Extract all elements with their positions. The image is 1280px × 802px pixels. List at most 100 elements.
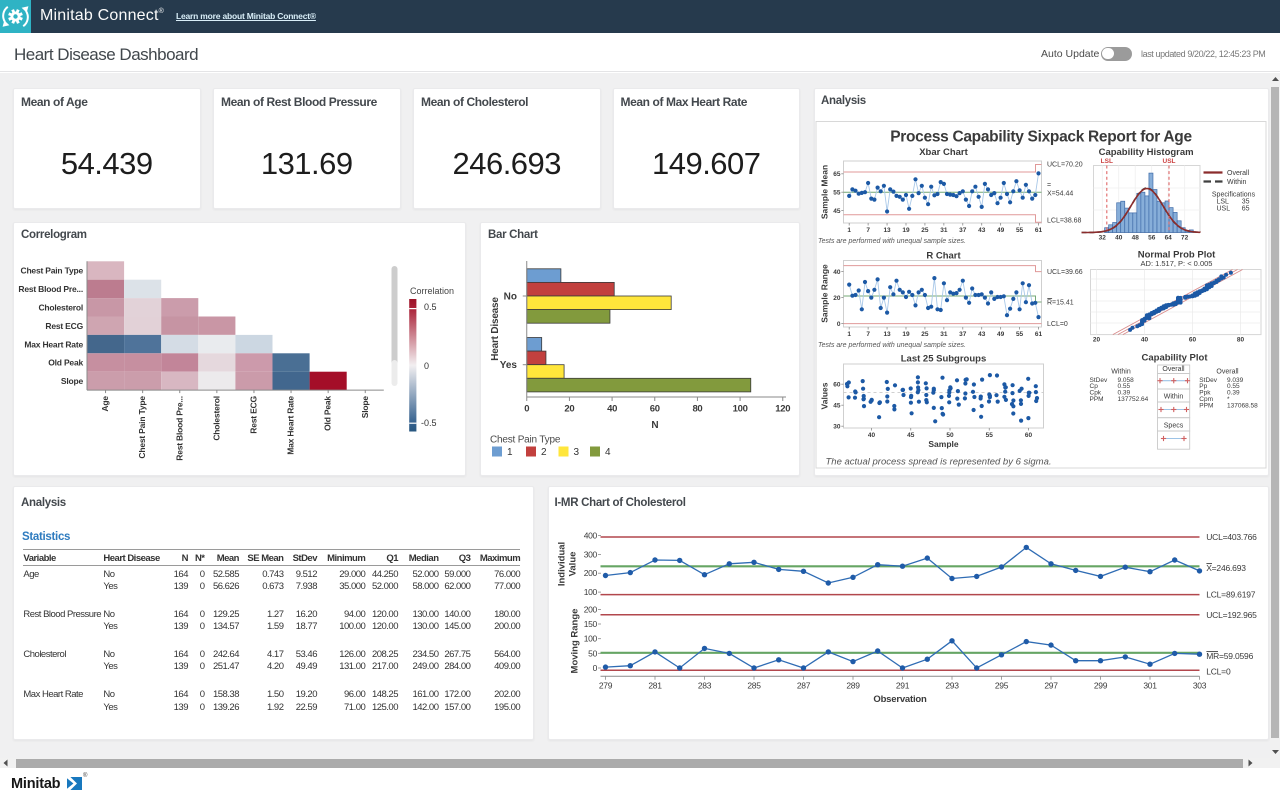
svg-text:Chest Pain Type: Chest Pain Type — [490, 435, 561, 446]
svg-text:Within: Within — [1227, 179, 1247, 186]
svg-text:61: 61 — [1034, 331, 1042, 338]
svg-text:Within: Within — [1111, 369, 1131, 376]
svg-text:Last 25 Subgroups: Last 25 Subgroups — [900, 354, 986, 365]
svg-text:50: 50 — [946, 432, 954, 439]
svg-text:19: 19 — [902, 227, 910, 234]
svg-text:40: 40 — [833, 269, 841, 276]
svg-text:Old Peak: Old Peak — [48, 358, 83, 368]
svg-text:Chest Pain Type: Chest Pain Type — [137, 396, 147, 459]
svg-text:LSL: LSL — [1216, 199, 1229, 206]
svg-text:287: 287 — [796, 681, 810, 691]
svg-text:Specs: Specs — [1163, 422, 1183, 429]
svg-text:UCL=192.965: UCL=192.965 — [1206, 610, 1257, 620]
svg-text:UCL=403.766: UCL=403.766 — [1206, 532, 1257, 542]
svg-text:43: 43 — [978, 227, 986, 234]
svg-text:Capability Plot: Capability Plot — [1141, 353, 1208, 364]
svg-text:0: 0 — [836, 321, 840, 328]
svg-text:Heart Disease: Heart Disease — [490, 297, 501, 361]
svg-text:200: 200 — [583, 604, 597, 614]
svg-text:55: 55 — [1015, 331, 1023, 338]
svg-text:30: 30 — [833, 424, 841, 431]
svg-text:0.5: 0.5 — [424, 302, 437, 312]
svg-text:35: 35 — [1241, 199, 1249, 206]
svg-text:283: 283 — [697, 681, 711, 691]
svg-text:25: 25 — [921, 331, 929, 338]
svg-text:120: 120 — [775, 404, 790, 415]
svg-text:Max Heart Rate: Max Heart Rate — [286, 396, 296, 455]
svg-text:0: 0 — [424, 361, 429, 371]
svg-text:301: 301 — [1143, 681, 1157, 691]
svg-text:20: 20 — [833, 295, 841, 302]
svg-text:LCL=89.6197: LCL=89.6197 — [1206, 590, 1256, 600]
svg-text:USL: USL — [1216, 206, 1230, 213]
svg-text:Specifications: Specifications — [1211, 192, 1255, 199]
svg-text:13: 13 — [883, 227, 891, 234]
svg-text:-0.5: -0.5 — [421, 418, 437, 428]
svg-text:Tests are performed with unequ: Tests are performed with unequal sample … — [818, 342, 966, 349]
svg-text:100: 100 — [583, 634, 597, 644]
svg-text:Slope: Slope — [61, 376, 84, 386]
svg-text:Cholesterol: Cholesterol — [211, 396, 221, 441]
svg-text:3: 3 — [574, 447, 580, 458]
svg-text:Values: Values — [819, 382, 829, 409]
svg-text:Old Peak: Old Peak — [323, 396, 333, 431]
svg-text:Observation: Observation — [873, 694, 927, 705]
svg-text:49: 49 — [997, 331, 1005, 338]
svg-text:2: 2 — [541, 447, 547, 458]
svg-text:40: 40 — [1115, 235, 1123, 242]
svg-text:Value: Value — [567, 552, 578, 577]
svg-text:137752.64: 137752.64 — [1117, 396, 1148, 403]
svg-text:300: 300 — [583, 549, 597, 559]
svg-text:80: 80 — [692, 404, 702, 415]
svg-text:Rest ECG: Rest ECG — [45, 321, 83, 331]
svg-text:Moving Range: Moving Range — [569, 609, 580, 674]
svg-text:LCL=38.68: LCL=38.68 — [1047, 218, 1082, 225]
svg-text:64: 64 — [1164, 235, 1172, 242]
svg-text:Capability Histogram: Capability Histogram — [1098, 147, 1193, 158]
svg-text:Overall: Overall — [1216, 369, 1239, 376]
svg-text:100: 100 — [733, 404, 748, 415]
svg-text:0: 0 — [524, 404, 529, 415]
svg-text:65: 65 — [833, 171, 841, 178]
svg-text:279: 279 — [598, 681, 612, 691]
svg-text:Max Heart Rate: Max Heart Rate — [24, 339, 83, 349]
svg-text:Chest Pain Type: Chest Pain Type — [21, 266, 84, 276]
svg-text:60: 60 — [650, 404, 660, 415]
svg-text:200: 200 — [583, 568, 597, 578]
svg-text:Overall: Overall — [1162, 366, 1185, 373]
svg-text:65: 65 — [1241, 206, 1249, 213]
svg-text:MR=59.0596: MR=59.0596 — [1206, 651, 1253, 661]
svg-text:PPM: PPM — [1199, 402, 1213, 409]
svg-text:45: 45 — [833, 403, 841, 410]
svg-text:Cholesterol: Cholesterol — [38, 303, 83, 313]
svg-text:13: 13 — [883, 331, 891, 338]
svg-text:Yes: Yes — [500, 360, 518, 371]
svg-text:295: 295 — [994, 681, 1008, 691]
svg-text:X=246.693: X=246.693 — [1206, 563, 1246, 573]
svg-text:61: 61 — [1034, 227, 1042, 234]
svg-text:50: 50 — [588, 648, 597, 658]
svg-text:No: No — [504, 292, 517, 303]
svg-text:7: 7 — [866, 227, 870, 234]
svg-text:1: 1 — [507, 447, 513, 458]
svg-text:45: 45 — [833, 208, 841, 215]
svg-text:Xbar Chart: Xbar Chart — [919, 147, 968, 158]
svg-text:31: 31 — [940, 331, 948, 338]
svg-text:55: 55 — [833, 190, 841, 197]
svg-text:285: 285 — [747, 681, 761, 691]
svg-text:45: 45 — [907, 432, 915, 439]
svg-text:AD: 1.517, P: < 0.005: AD: 1.517, P: < 0.005 — [1140, 259, 1212, 268]
svg-text:150: 150 — [583, 619, 597, 629]
svg-text:LCL=0: LCL=0 — [1206, 667, 1231, 677]
svg-text:R Chart: R Chart — [926, 251, 961, 262]
svg-text:N: N — [651, 420, 658, 431]
svg-text:Sample Mean: Sample Mean — [819, 165, 829, 219]
svg-text:19: 19 — [902, 331, 910, 338]
svg-text:USL: USL — [1162, 158, 1175, 165]
svg-text:400: 400 — [583, 531, 597, 541]
svg-text:UCL=70.20: UCL=70.20 — [1047, 162, 1083, 169]
svg-text:55: 55 — [1015, 227, 1023, 234]
svg-text:40: 40 — [1140, 337, 1148, 344]
svg-text:=: = — [1047, 182, 1051, 189]
svg-text:UCL=39.66: UCL=39.66 — [1047, 269, 1083, 276]
